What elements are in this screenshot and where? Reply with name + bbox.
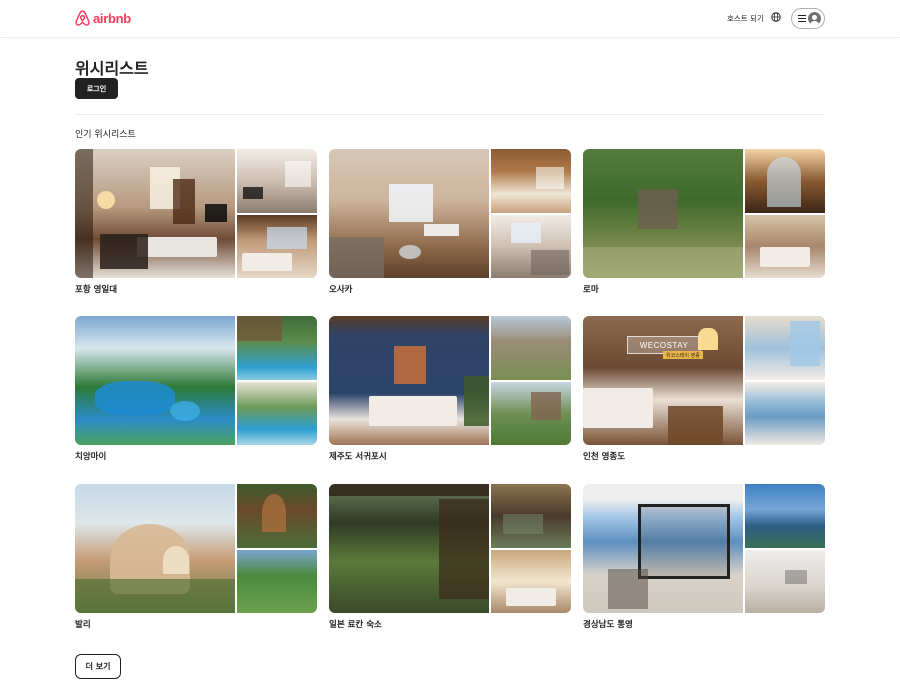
wishlist-card-chiangmai[interactable]: 치앙마이 — [75, 316, 317, 462]
photo-top-right — [491, 316, 571, 380]
wishlist-card-yeongjongdo[interactable]: WECOSTAY 위코스테이 영종 인천 영종도 — [583, 316, 825, 462]
wishlist-photo-collage — [583, 484, 825, 613]
photo-top-right — [745, 484, 825, 548]
photo-top-right — [237, 484, 317, 548]
airbnb-logo[interactable]: airbnb — [75, 10, 131, 26]
photo-bottom-right — [491, 382, 571, 445]
menu-icon — [798, 15, 806, 22]
user-avatar-icon — [808, 12, 821, 25]
photo-main — [583, 484, 743, 613]
photo-main: WECOSTAY 위코스테이 영종 — [583, 316, 743, 445]
photo-bottom-right — [237, 215, 317, 278]
photo-top-right — [491, 149, 571, 213]
photo-top-right — [237, 316, 317, 380]
wishlist-card-seogwipo[interactable]: 제주도 서귀포시 — [329, 316, 571, 462]
wishlist-photo-collage: WECOSTAY 위코스테이 영종 — [583, 316, 825, 445]
photo-bottom-right — [237, 382, 317, 445]
wishlist-title: 발리 — [75, 620, 91, 630]
wishlist-photo-collage — [75, 484, 317, 613]
photo-top-right — [745, 316, 825, 380]
logo-text: airbnb — [93, 10, 131, 26]
photo-top-right — [491, 484, 571, 548]
wishlist-title: 인천 영종도 — [583, 452, 626, 462]
photo-bottom-right — [491, 550, 571, 613]
photo-bottom-right — [745, 550, 825, 613]
wishlist-photo-collage — [75, 149, 317, 278]
become-host-link[interactable]: 호스트 되기 — [727, 13, 764, 24]
top-nav: airbnb 호스트 되기 — [0, 0, 900, 38]
wishlist-title: 포항 영일대 — [75, 285, 118, 295]
wishlist-photo-collage — [329, 316, 571, 445]
photo-main — [329, 484, 489, 613]
wishlist-title: 로마 — [583, 285, 599, 295]
photo-bottom-right — [491, 215, 571, 278]
wishlist-card-bali[interactable]: 발리 — [75, 484, 317, 630]
wishlist-title: 오사카 — [329, 285, 353, 295]
wishlist-card-rome[interactable]: 로마 — [583, 149, 825, 295]
photo-top-right — [237, 149, 317, 213]
photo-bottom-right — [745, 382, 825, 445]
wishlist-photo-collage — [329, 484, 571, 613]
airbnb-logo-icon — [75, 10, 90, 26]
wishlist-photo-collage — [329, 149, 571, 278]
photo-bottom-right — [745, 215, 825, 278]
wishlist-photo-collage — [75, 316, 317, 445]
photo-main — [329, 316, 489, 445]
photo-top-right — [745, 149, 825, 213]
photo-main — [329, 149, 489, 278]
wishlist-title: 치앙마이 — [75, 452, 107, 462]
page-title: 위시리스트 — [75, 59, 149, 78]
divider — [75, 114, 825, 115]
section-title: 인기 위시리스트 — [75, 130, 136, 140]
wishlist-card-pohang[interactable]: 포항 영일대 — [75, 149, 317, 295]
wishlist-photo-collage — [583, 149, 825, 278]
wishlist-card-osaka[interactable]: 오사카 — [329, 149, 571, 295]
photo-main — [75, 484, 235, 613]
photo-main — [75, 149, 235, 278]
login-button[interactable]: 로그인 — [75, 78, 118, 99]
user-menu-button[interactable] — [791, 8, 825, 29]
show-more-button[interactable]: 더 보기 — [75, 654, 121, 679]
photo-main — [583, 149, 743, 278]
wishlist-card-tongyeong[interactable]: 경상남도 통영 — [583, 484, 825, 630]
photo-bottom-right — [237, 550, 317, 613]
globe-icon[interactable] — [771, 12, 781, 22]
hotel-sign-sub: 위코스테이 영종 — [663, 351, 703, 359]
wishlist-title: 일본 료칸 숙소 — [329, 620, 382, 630]
wishlist-title: 제주도 서귀포시 — [329, 452, 387, 462]
wishlist-title: 경상남도 통영 — [583, 620, 633, 630]
wishlist-card-ryokan[interactable]: 일본 료칸 숙소 — [329, 484, 571, 630]
photo-main — [75, 316, 235, 445]
